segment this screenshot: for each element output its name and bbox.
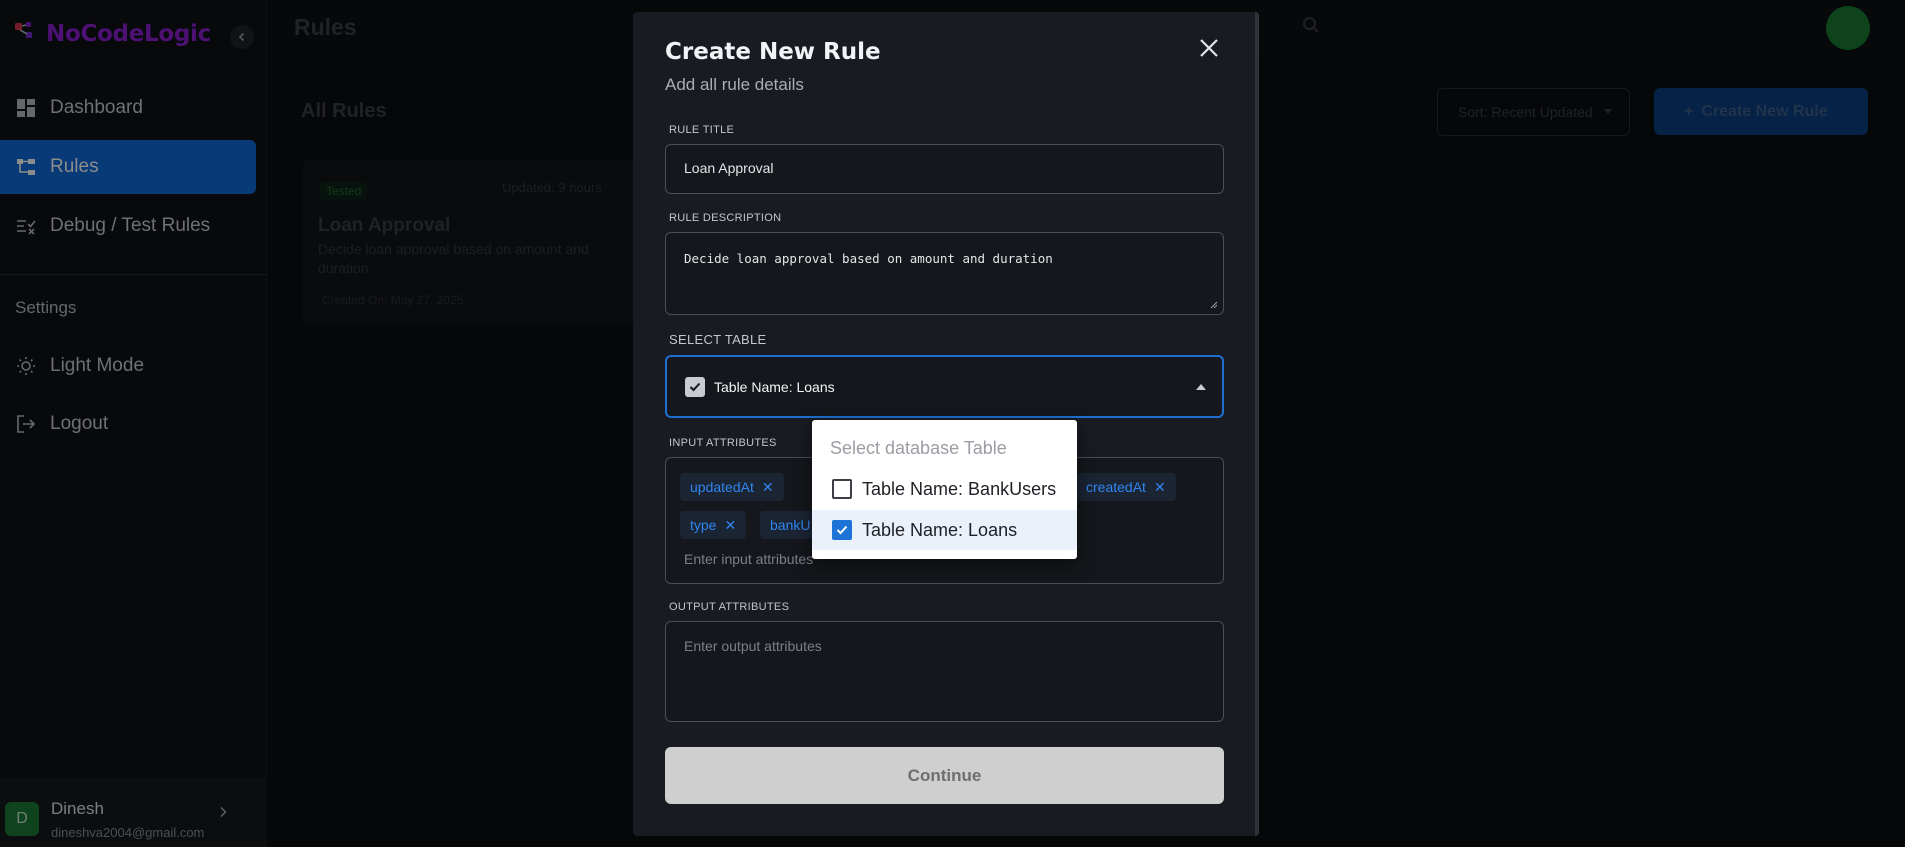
chip-label: type <box>690 517 717 533</box>
rule-description-textarea[interactable]: Decide loan approval based on amount and… <box>665 232 1224 315</box>
output-attributes-field[interactable]: Enter output attributes <box>665 621 1224 722</box>
output-attributes-label: OUTPUT ATTRIBUTES <box>669 601 790 613</box>
attribute-chip: type ✕ <box>680 511 747 539</box>
select-table-value: Table Name: Loans <box>714 378 835 395</box>
checkbox-icon[interactable] <box>832 479 852 499</box>
chip-label: bankU <box>770 517 811 533</box>
close-icon <box>1200 39 1218 57</box>
option-label: Table Name: BankUsers <box>862 478 1057 499</box>
remove-chip-icon[interactable]: ✕ <box>1154 479 1166 496</box>
close-button[interactable] <box>1193 32 1225 64</box>
modal-subtitle: Add all rule details <box>665 75 804 94</box>
chip-label: createdAt <box>1086 479 1146 495</box>
select-table-label: SELECT TABLE <box>669 332 767 347</box>
attribute-chip: updatedAt ✕ <box>680 473 784 501</box>
select-table-dropdown[interactable]: Table Name: Loans <box>665 355 1224 418</box>
output-attributes-placeholder: Enter output attributes <box>684 638 822 654</box>
rule-description-value: Decide loan approval based on amount and… <box>684 251 1053 266</box>
rule-title-label: RULE TITLE <box>669 124 735 136</box>
attribute-chip: createdAt ✕ <box>1076 473 1176 501</box>
dropdown-option-loans[interactable]: Table Name: Loans <box>812 510 1077 550</box>
chip-label: updatedAt <box>690 479 754 495</box>
remove-chip-icon[interactable]: ✕ <box>724 517 736 534</box>
caret-up-icon[interactable] <box>1196 384 1206 390</box>
dropdown-placeholder: Select database Table <box>830 438 1007 458</box>
input-attributes-placeholder: Enter input attributes <box>684 551 814 567</box>
modal-title: Create New Rule <box>665 39 881 65</box>
checkbox-checked-icon <box>685 376 705 397</box>
modal-scrollbar[interactable] <box>1255 12 1259 836</box>
remove-chip-icon[interactable]: ✕ <box>762 479 774 496</box>
input-attributes-label: INPUT ATTRIBUTES <box>669 437 777 449</box>
table-dropdown-menu: Select database Table Table Name: BankUs… <box>812 420 1077 559</box>
dropdown-option-bankusers[interactable]: Table Name: BankUsers <box>812 469 1077 509</box>
option-label: Table Name: Loans <box>862 519 1018 540</box>
checkbox-checked-icon[interactable] <box>832 520 852 540</box>
rule-description-label: RULE DESCRIPTION <box>669 212 782 224</box>
continue-button[interactable]: Continue <box>665 747 1224 804</box>
resize-grip-icon[interactable] <box>1210 301 1218 309</box>
rule-title-input[interactable]: Loan Approval <box>665 144 1224 194</box>
